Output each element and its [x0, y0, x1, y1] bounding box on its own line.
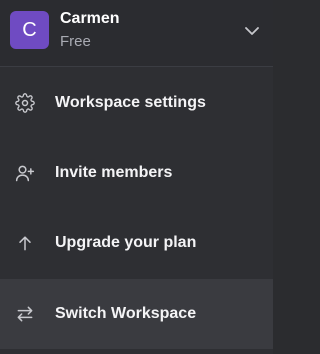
menu-item-label: Switch Workspace: [55, 305, 197, 322]
divider: [0, 66, 273, 67]
swap-arrows-icon: [15, 304, 35, 324]
menu-item-switch-workspace[interactable]: Switch Workspace: [0, 279, 273, 349]
plan-label: Free: [60, 33, 91, 50]
avatar: C: [10, 11, 49, 49]
menu-item-label: Upgrade your plan: [55, 234, 197, 251]
arrow-up-icon: [15, 233, 35, 253]
account-header[interactable]: C Carmen Free: [0, 0, 273, 66]
chevron-down-icon[interactable]: [244, 24, 260, 38]
menu-item-upgrade-plan[interactable]: Upgrade your plan: [0, 208, 273, 278]
menu-item-workspace-settings[interactable]: Workspace settings: [0, 68, 273, 138]
menu-item-label: Invite members: [55, 164, 173, 181]
menu-item-label: Workspace settings: [55, 94, 206, 111]
gear-icon: [15, 93, 35, 113]
workspace-menu: C Carmen Free Workspace settings Invite: [0, 0, 273, 354]
user-plus-icon: [15, 163, 35, 183]
user-name: Carmen: [60, 10, 120, 27]
menu-item-invite-members[interactable]: Invite members: [0, 138, 273, 208]
